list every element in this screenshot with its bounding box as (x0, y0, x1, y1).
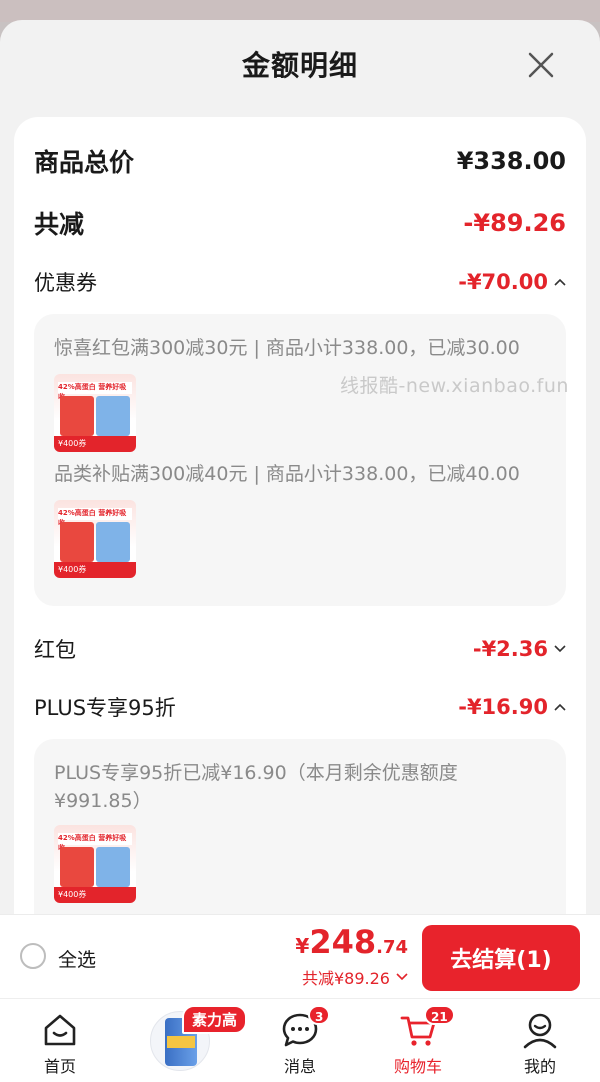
coupon-item-text: 惊喜红包满300减30元 | 商品小计338.00，已减30.00 (54, 337, 520, 359)
plus-label: PLUS专享95折 (34, 696, 176, 720)
backdrop (0, 0, 600, 22)
checkout-button[interactable]: 去结算(1) (422, 925, 580, 991)
tab-cart[interactable]: 购物车 21 (368, 1005, 468, 1079)
cart-badge: 21 (424, 1005, 455, 1025)
amount-detail-sheet: 金额明细 商品总价 ¥338.00 共减 -¥89.26 优惠券 -¥70.00… (0, 20, 600, 920)
plus-detail-box: PLUS专享95折已减¥16.90（本月剩余优惠额度¥991.85） 42%高蛋… (34, 739, 566, 920)
tab-home[interactable]: 首页 (10, 1005, 110, 1079)
total-row: 商品总价 ¥338.00 (34, 143, 566, 179)
thumb-foot: ¥400券 (54, 562, 136, 578)
total-label: 商品总价 (34, 148, 135, 177)
total-value: ¥338.00 (456, 147, 566, 175)
thumb-band: 42%高蛋白 营养好吸收 (58, 833, 132, 852)
redpacket-value-group: -¥2.36 (473, 637, 566, 661)
checkout-bar: 全选 ¥ 248 .74 共减¥89.26 去结算(1) (0, 914, 600, 998)
thumb-band: 42%高蛋白 营养好吸收 (58, 382, 132, 401)
watermark: 线报酷-new.xianbao.fun (340, 375, 569, 397)
product-thumbnail: 42%高蛋白 营养好吸收 ¥400券 (54, 500, 136, 578)
coupon-value: -¥70.00 (458, 270, 548, 294)
promo-badge: 素力高 (182, 1005, 248, 1034)
coupon-label: 优惠券 (34, 271, 97, 295)
user-icon (523, 1013, 557, 1049)
redpacket-value: -¥2.36 (472, 637, 548, 661)
product-thumbnail: 42%高蛋白 营养好吸收 ¥400券 (54, 374, 136, 452)
coupon-row[interactable]: 优惠券 -¥70.00 (34, 267, 566, 297)
price-dec: .74 (376, 937, 408, 958)
discount-value: -¥89.26 (463, 209, 566, 237)
tab-mine[interactable]: 我的 (490, 1005, 590, 1079)
total-saved[interactable]: 共减¥89.26 (302, 965, 408, 989)
plus-detail-text: PLUS专享95折已减¥16.90（本月剩余优惠额度¥991.85） (54, 762, 458, 812)
tab-mine-label: 我的 (523, 1057, 556, 1076)
chevron-down-icon[interactable] (554, 645, 566, 653)
tab-messages-label: 消息 (283, 1057, 316, 1076)
price-int: 248 (309, 923, 377, 961)
redpacket-label: 红包 (34, 638, 76, 662)
bottom-tabbar: 首页 素力高 消息 3 购物车 21 我的 (0, 998, 600, 1082)
messages-badge: 3 (308, 1005, 331, 1025)
coupon-value-group: -¥70.00 (458, 270, 566, 294)
home-icon (44, 1014, 76, 1046)
tab-messages[interactable]: 消息 3 (250, 1005, 350, 1079)
chevron-down-icon (396, 973, 408, 981)
select-all-radio[interactable] (20, 943, 46, 969)
plus-row[interactable]: PLUS专享95折 -¥16.90 (34, 692, 566, 722)
price-currency: ¥ (295, 934, 310, 958)
tab-cart-label: 购物车 (393, 1057, 442, 1076)
chevron-up-icon[interactable] (554, 278, 566, 286)
thumb-foot: ¥400券 (54, 436, 136, 452)
discount-row: 共减 -¥89.26 (34, 205, 566, 241)
discount-label: 共减 (34, 210, 85, 239)
coupon-detail-box: 惊喜红包满300减30元 | 商品小计338.00，已减30.00 42%高蛋白… (34, 314, 566, 606)
redpacket-row[interactable]: 红包 -¥2.36 (34, 634, 566, 664)
chevron-up-icon[interactable] (554, 703, 566, 711)
tab-home-label: 首页 (43, 1057, 76, 1076)
plus-value: -¥16.90 (458, 695, 548, 719)
close-icon[interactable] (522, 46, 560, 84)
sheet-title: 金额明细 (241, 49, 358, 82)
coupon-item-text: 品类补贴满300减40元 | 商品小计338.00，已减40.00 (54, 463, 520, 485)
product-thumbnail: 42%高蛋白 营养好吸收 ¥400券 (54, 825, 136, 903)
total-saved-text: 共减¥89.26 (302, 969, 390, 988)
select-all-label[interactable]: 全选 (58, 945, 96, 972)
thumb-band: 42%高蛋白 营养好吸收 (58, 508, 132, 527)
plus-value-group: -¥16.90 (458, 695, 566, 719)
thumb-foot: ¥400券 (54, 887, 136, 903)
total-price: ¥ 248 .74 (295, 923, 408, 961)
detail-card: 商品总价 ¥338.00 共减 -¥89.26 优惠券 -¥70.00 惊喜红包… (14, 117, 586, 920)
